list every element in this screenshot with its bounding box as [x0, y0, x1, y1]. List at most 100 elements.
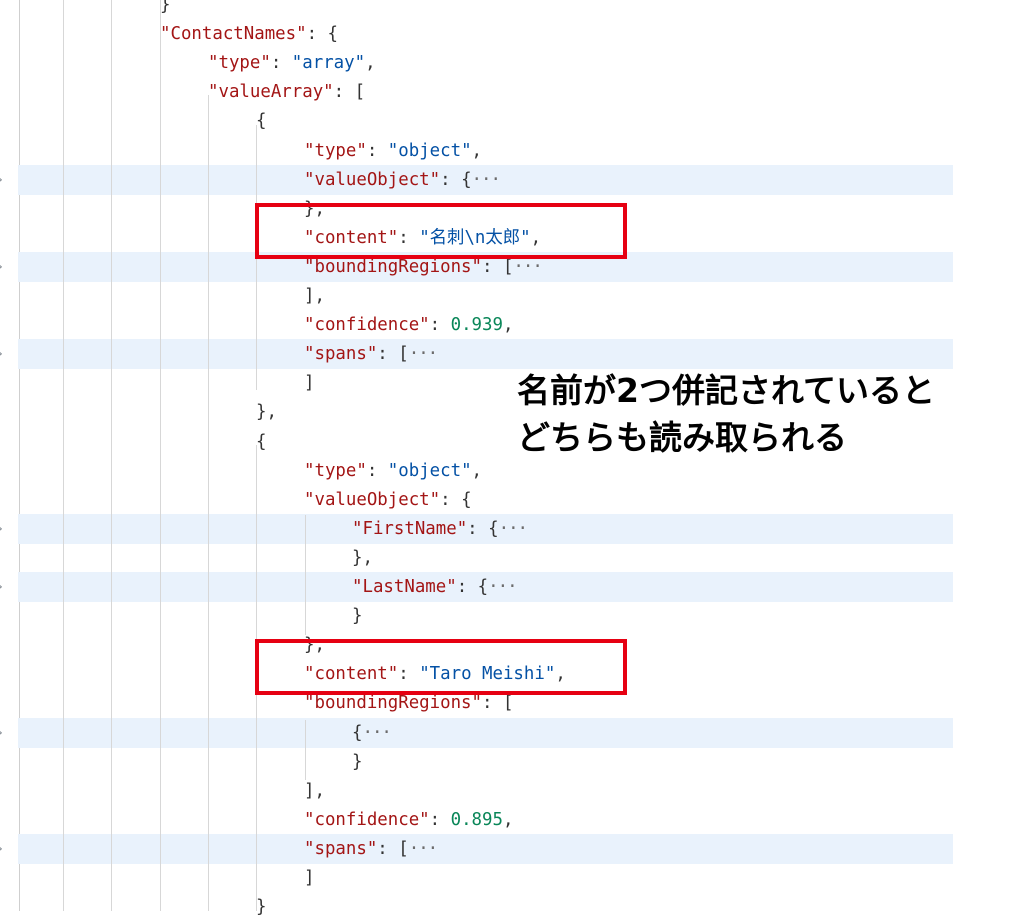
code-token: },: [352, 547, 373, 568]
code-token: ,: [365, 53, 376, 74]
code-line[interactable]: "valueObject": {: [304, 485, 472, 515]
fold-chevron-icon[interactable]: ›: [0, 581, 7, 593]
annotation-line-1: 名前が2つ併記されていると: [517, 371, 935, 410]
code-token: "ContactNames": [160, 24, 307, 45]
code-line[interactable]: ]: [304, 863, 314, 893]
code-line[interactable]: "type": "array",: [208, 48, 376, 78]
code-line[interactable]: "confidence": 0.939,: [304, 310, 513, 340]
code-token: "boundingRegions": [304, 256, 482, 277]
code-token: "confidence": [304, 809, 430, 830]
code-token: 0.895: [450, 809, 503, 830]
code-token: {: [256, 111, 267, 132]
indent-guide: [63, 0, 64, 911]
code-token: ,: [502, 315, 514, 336]
code-token: 0.939: [450, 315, 503, 336]
fold-ellipsis[interactable]: ···: [362, 723, 391, 743]
highlight-box-content-1: [255, 203, 627, 259]
code-editor[interactable]: ››››››› }"ContactNames": {"type": "array…: [0, 0, 1020, 917]
code-line[interactable]: "type": "object",: [304, 136, 482, 166]
fold-ellipsis[interactable]: ···: [488, 577, 517, 597]
code-line[interactable]: }: [352, 747, 362, 777]
indent-guide: [208, 95, 209, 911]
code-line[interactable]: "confidence": 0.895,: [304, 805, 513, 835]
code-token: "type": [208, 53, 271, 74]
code-token: : {: [440, 489, 472, 510]
code-line[interactable]: "type": "object",: [304, 456, 482, 486]
code-line[interactable]: "spans": [···: [304, 339, 438, 369]
code-token: "type": [304, 460, 367, 481]
code-token: : {: [467, 518, 499, 539]
code-token: }: [352, 606, 363, 627]
code-line[interactable]: "ContactNames": {: [160, 19, 338, 49]
code-token: }: [160, 0, 171, 15]
code-token: "boundingRegions": [304, 693, 482, 714]
code-token: : [: [377, 838, 409, 859]
code-token: : {: [440, 169, 472, 190]
code-line[interactable]: "LastName": {···: [352, 572, 518, 602]
fold-ellipsis[interactable]: ···: [409, 839, 438, 859]
code-token: ,: [471, 140, 483, 161]
code-token: "type": [304, 140, 367, 161]
highlight-box-content-2: [255, 639, 627, 695]
code-line[interactable]: }: [160, 0, 170, 20]
code-line[interactable]: ],: [304, 281, 325, 311]
code-token: {: [256, 431, 267, 452]
code-token: "object": [387, 460, 472, 481]
fold-chevron-icon[interactable]: ›: [0, 522, 7, 535]
code-token: : {: [306, 24, 339, 45]
code-token: ]: [304, 373, 315, 394]
code-line[interactable]: ],: [304, 776, 325, 806]
code-token: "spans": [304, 344, 378, 365]
code-token: },: [256, 402, 277, 423]
gutter-divider: [19, 0, 20, 911]
fold-chevron-icon[interactable]: ›: [0, 842, 7, 855]
code-token: ,: [502, 809, 514, 830]
code-token: ],: [304, 286, 325, 306]
indent-guide: [305, 515, 306, 635]
code-line[interactable]: "FirstName": {···: [352, 514, 528, 544]
code-line[interactable]: {: [256, 106, 266, 136]
code-token: ]: [304, 868, 315, 888]
code-token: "FirstName": [352, 518, 468, 539]
code-token: "valueObject": [304, 169, 441, 190]
code-token: : [: [377, 344, 409, 365]
code-token: }: [256, 897, 267, 918]
code-token: "valueObject": [304, 489, 441, 510]
indent-guide: [111, 0, 112, 911]
code-token: : [: [482, 693, 514, 714]
fold-ellipsis[interactable]: ···: [409, 344, 438, 364]
code-line[interactable]: "valueObject": {···: [304, 165, 501, 195]
fold-chevron-icon[interactable]: ›: [0, 726, 7, 739]
code-line[interactable]: {: [256, 427, 266, 457]
code-line[interactable]: }: [256, 892, 266, 922]
code-line[interactable]: {···: [352, 718, 392, 748]
code-token: :: [429, 809, 451, 830]
code-line[interactable]: },: [256, 397, 277, 427]
code-token: }: [352, 751, 363, 772]
code-token: :: [270, 53, 292, 74]
fold-ellipsis[interactable]: ···: [499, 519, 528, 539]
code-line[interactable]: "valueArray": [: [208, 77, 365, 107]
code-token: "spans": [304, 838, 378, 859]
code-line[interactable]: },: [352, 543, 373, 573]
fold-chevron-icon[interactable]: ›: [0, 260, 7, 273]
folded-line-highlight: [18, 833, 953, 864]
code-line[interactable]: "spans": [···: [304, 834, 438, 864]
fold-ellipsis[interactable]: ···: [472, 170, 501, 190]
fold-chevron-icon[interactable]: ›: [0, 348, 7, 360]
code-token: ],: [304, 780, 325, 801]
fold-ellipsis[interactable]: ···: [513, 257, 542, 277]
code-token: "LastName": [352, 577, 457, 597]
annotation-line-2: どちらも読み取られる: [517, 418, 847, 457]
fold-chevron-icon[interactable]: ›: [0, 173, 7, 186]
code-token: :: [366, 140, 388, 161]
code-token: "array": [291, 53, 366, 74]
code-line[interactable]: }: [352, 601, 362, 631]
code-token: : [: [333, 82, 366, 103]
code-line[interactable]: ]: [304, 368, 314, 398]
annotation-callout: 名前が2つ併記されていると どちらも読み取られる: [517, 367, 1012, 461]
code-token: ,: [471, 460, 483, 481]
code-token: :: [366, 460, 388, 481]
folded-line-highlight: [18, 339, 953, 370]
indent-guide: [305, 720, 306, 780]
